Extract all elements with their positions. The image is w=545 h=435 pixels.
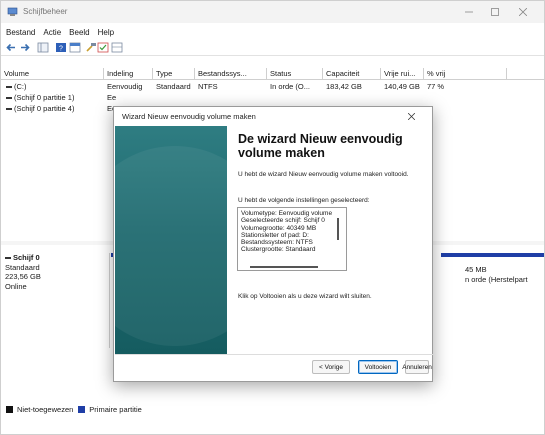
back-arrow-icon[interactable] bbox=[5, 42, 17, 53]
toolbar: ? bbox=[1, 40, 544, 56]
help-icon[interactable]: ? bbox=[55, 42, 67, 53]
volume-list-header: Volume Indeling Type Bestandssys... Stat… bbox=[1, 68, 544, 80]
recovery-partition-size: 45 MB bbox=[465, 265, 487, 274]
legend: Niet-toegewezen Primaire partitie bbox=[6, 405, 142, 414]
volume-icon bbox=[6, 108, 12, 111]
back-button[interactable]: < Vorige bbox=[312, 360, 350, 374]
settings-vertical-scrollbar[interactable] bbox=[337, 218, 339, 240]
menu-help[interactable]: Help bbox=[98, 28, 114, 37]
volume-row[interactable]: (Schijf 0 partitie 1) Ee bbox=[1, 93, 544, 103]
volume-free-space: 140,49 GB bbox=[384, 82, 420, 91]
volume-name: (Schijf 0 partitie 1) bbox=[3, 93, 104, 103]
setting-line: Clustergrootte: Standaard bbox=[241, 246, 316, 254]
volume-filesystem: NTFS bbox=[198, 82, 218, 91]
legend-unallocated: Niet-toegewezen bbox=[17, 405, 74, 414]
primary-partition-swatch bbox=[78, 406, 86, 413]
legend-primary: Primaire partitie bbox=[89, 405, 142, 414]
console-tree-icon[interactable] bbox=[37, 42, 49, 53]
minimize-icon bbox=[465, 11, 473, 13]
settings-label: U hebt de volgende instellingen geselect… bbox=[238, 197, 370, 204]
recovery-partition-status: n orde (Herstelpart bbox=[465, 275, 528, 284]
menu-bar: Bestand Actie Beeld Help bbox=[1, 25, 544, 39]
volume-status: In orde (O... bbox=[270, 82, 311, 91]
settings-summary-box[interactable]: Volumetype: Eenvoudig volume Geselecteer… bbox=[237, 207, 347, 271]
volume-row[interactable]: (C:) Eenvoudig Standaard NTFS In orde (O… bbox=[1, 82, 544, 92]
disk-management-icon bbox=[7, 7, 18, 16]
close-icon bbox=[519, 8, 527, 16]
cancel-button[interactable]: Annuleren bbox=[402, 360, 432, 374]
unallocated-swatch bbox=[6, 406, 13, 413]
properties-icon[interactable] bbox=[69, 42, 81, 53]
disk-name: Schijf 0 bbox=[5, 253, 109, 263]
volume-name: (C:) bbox=[3, 82, 104, 92]
col-indeling[interactable]: Indeling bbox=[104, 68, 153, 80]
disk-info-panel[interactable]: Schijf 0 Standaard 223,56 GB Online bbox=[5, 253, 110, 348]
view-icon[interactable] bbox=[111, 42, 123, 53]
wizard-side-banner bbox=[115, 126, 227, 354]
col-vrije-ruimte[interactable]: Vrije rui... bbox=[381, 68, 424, 80]
close-instruction-text: Klik op Voltooien als u deze wizard wilt… bbox=[238, 293, 372, 300]
disk-status: Online bbox=[5, 281, 27, 291]
disk-icon bbox=[5, 257, 11, 260]
close-icon bbox=[407, 112, 415, 120]
disk-size: 223,56 GB bbox=[5, 272, 41, 281]
volume-icon bbox=[6, 97, 12, 100]
setting-line: Stationsletter of pad: D: bbox=[241, 231, 309, 239]
check-icon[interactable] bbox=[97, 42, 109, 53]
volume-name: (Schijf 0 partitie 4) bbox=[3, 104, 104, 114]
new-simple-volume-wizard-dialog: Wizard Nieuw eenvoudig volume maken De w… bbox=[113, 106, 433, 382]
wizard-heading: De wizard Nieuw eenvoudig volume maken bbox=[238, 132, 403, 160]
setting-line: Volumetype: Eenvoudig volume bbox=[241, 210, 333, 217]
col-type[interactable]: Type bbox=[153, 68, 195, 80]
window-title: Schijfbeheer bbox=[23, 7, 68, 16]
volume-capacity: 183,42 GB bbox=[326, 82, 362, 91]
volume-type: Standaard bbox=[156, 82, 191, 91]
col-procent-vrij[interactable]: % vrij bbox=[424, 68, 507, 80]
col-capaciteit[interactable]: Capaciteit bbox=[323, 68, 381, 80]
finish-button[interactable]: Voltooien bbox=[358, 360, 398, 374]
maximize-button[interactable] bbox=[487, 5, 503, 19]
volume-indeling: Eenvoudig bbox=[107, 82, 143, 91]
forward-arrow-icon[interactable] bbox=[19, 42, 31, 53]
col-volume[interactable]: Volume bbox=[1, 68, 104, 80]
volume-indeling: Ee bbox=[107, 93, 117, 102]
volume-icon bbox=[6, 86, 12, 89]
menu-beeld[interactable]: Beeld bbox=[69, 28, 89, 37]
menu-bestand[interactable]: Bestand bbox=[6, 28, 35, 37]
svg-text:?: ? bbox=[59, 46, 63, 53]
partition-band bbox=[441, 253, 544, 257]
menu-actie[interactable]: Actie bbox=[43, 28, 61, 37]
title-bar: Schijfbeheer bbox=[1, 1, 544, 23]
connect-icon[interactable] bbox=[85, 42, 97, 53]
settings-horizontal-scrollbar[interactable] bbox=[250, 266, 318, 268]
close-button[interactable] bbox=[515, 5, 531, 19]
recovery-partition[interactable]: 45 MB n orde (Herstelpart bbox=[465, 265, 528, 285]
col-bestandssysteem[interactable]: Bestandssys... bbox=[195, 68, 267, 80]
dialog-title-bar: Wizard Nieuw eenvoudig volume maken bbox=[114, 107, 432, 125]
dialog-title: Wizard Nieuw eenvoudig volume maken bbox=[122, 112, 256, 121]
maximize-icon bbox=[491, 8, 499, 16]
completed-text: U hebt de wizard Nieuw eenvoudig volume … bbox=[238, 171, 409, 178]
minimize-button[interactable] bbox=[461, 5, 477, 19]
disk-type: Standaard bbox=[5, 262, 40, 272]
dialog-close-button[interactable] bbox=[404, 110, 418, 122]
volume-percent-free: 77 % bbox=[427, 82, 445, 91]
setting-line: Bestandssysteem: NTFS bbox=[241, 239, 313, 247]
setting-line: Geselecteerde schijf: Schijf 0 bbox=[241, 217, 325, 225]
col-status[interactable]: Status bbox=[267, 68, 323, 80]
setting-line: Volumegrootte: 40349 MB bbox=[241, 224, 317, 232]
dialog-separator bbox=[115, 354, 433, 355]
